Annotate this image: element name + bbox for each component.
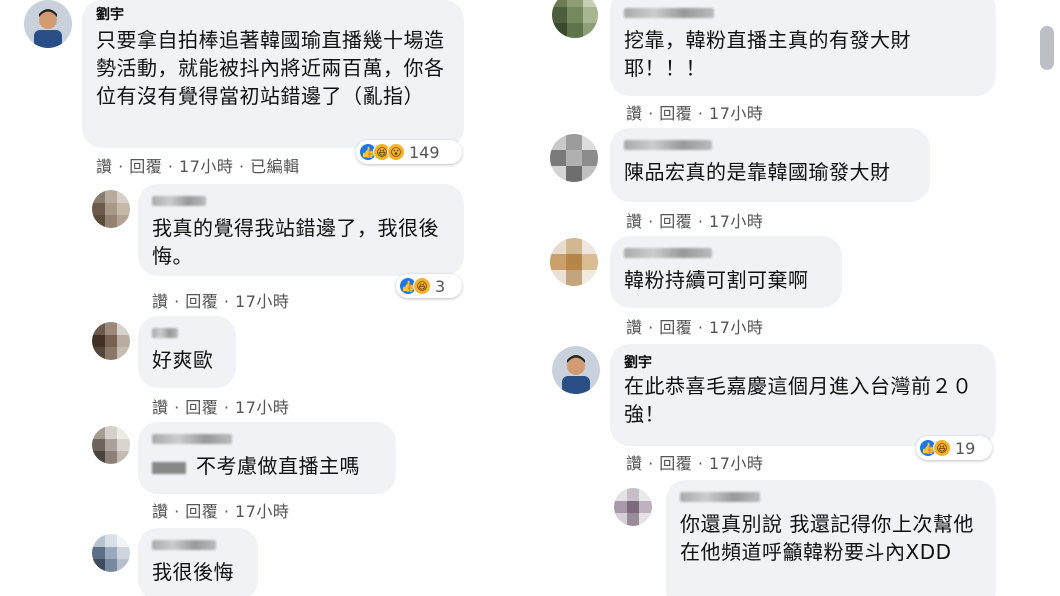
blurred-author-name — [624, 140, 712, 150]
comment-bubble: 你還真別說 我還記得你上次幫他在他頻道呼籲韓粉要斗內XDD — [666, 480, 996, 596]
pixelated-avatar-icon — [550, 134, 598, 182]
reply-comment: 我很後悔 — [0, 528, 530, 596]
blurred-author-name — [624, 8, 714, 18]
reply-comment: 好爽歐 讚 · 回覆 · 17小時 — [0, 316, 530, 420]
comment-author[interactable]: 劉宇 — [96, 6, 450, 24]
blurred-author-name — [152, 196, 206, 206]
comment-text: 在此恭喜毛嘉慶這個月進入台灣前２０強！ — [624, 374, 973, 426]
avatar[interactable] — [24, 0, 72, 48]
comment-text: 不考慮做直播主嗎 — [152, 452, 382, 480]
comment-bubble: 劉宇 只要拿自拍棒追著韓國瑜直播幾十場造勢活動，就能被抖內將近兩百萬，你各位有沒… — [82, 0, 464, 148]
blurred-author-name — [152, 540, 216, 550]
comment-text: 你還真別說 我還記得你上次幫他在他頻道呼籲韓粉要斗內XDD — [680, 512, 974, 564]
comment-text-body: 不考慮做直播主嗎 — [196, 454, 360, 478]
comment-bubble: 不考慮做直播主嗎 — [138, 422, 396, 494]
comment-bubble: 韓粉持續可割可棄啊 — [610, 236, 842, 308]
avatar[interactable] — [552, 0, 598, 38]
blurred-author-name — [680, 492, 760, 502]
comment-bubble: 劉宇 在此恭喜毛嘉慶這個月進入台灣前２０強！ — [610, 344, 996, 446]
comment-actions[interactable]: 讚 · 回覆 · 17小時 — [626, 450, 763, 474]
avatar[interactable] — [614, 488, 652, 526]
haha-reaction-icon: 😆 — [413, 277, 431, 295]
pixelated-avatar-icon — [550, 238, 598, 286]
comment-bubble: 好爽歐 — [138, 316, 236, 388]
avatar[interactable] — [552, 346, 600, 394]
reply-comment: 挖靠，韓粉直播主真的有發大財耶！！！ 讚 · 回覆 · 17小時 — [530, 0, 1060, 126]
avatar-photo-icon — [552, 346, 600, 394]
reaction-count: 19 — [955, 438, 976, 458]
comment-actions[interactable]: 讚 · 回覆 · 17小時 — [152, 394, 289, 418]
left-comment-panel: 劉宇 只要拿自拍棒追著韓國瑜直播幾十場造勢活動，就能被抖內將近兩百萬，你各位有沒… — [0, 0, 530, 596]
reaction-summary[interactable]: 👍 😆 19 — [916, 436, 992, 460]
comment-text: 好爽歐 — [152, 348, 214, 372]
avatar-photo-icon — [24, 0, 72, 48]
avatar[interactable] — [550, 238, 598, 286]
pixelated-avatar-icon — [92, 534, 130, 572]
comment-bubble: 挖靠，韓粉直播主真的有發大財耶！！！ — [610, 0, 996, 96]
pixelated-avatar-icon — [92, 322, 130, 360]
comment-actions[interactable]: 讚 · 回覆 · 17小時 — [152, 288, 289, 312]
reply-comment: 韓粉持續可割可棄啊 讚 · 回覆 · 17小時 — [530, 236, 1060, 340]
comment-text: 只要拿自拍棒追著韓國瑜直播幾十場造勢活動，就能被抖內將近兩百萬，你各位有沒有覺得… — [96, 28, 445, 108]
reaction-count: 149 — [409, 142, 440, 162]
comment-bubble: 我很後悔 — [138, 528, 258, 596]
avatar[interactable] — [92, 322, 130, 360]
reaction-count: 3 — [435, 276, 446, 296]
reply-comment: 你還真別說 我還記得你上次幫他在他頻道呼籲韓粉要斗內XDD — [530, 478, 1060, 596]
comment-bubble: 我真的覺得我站錯邊了，我很後悔。 — [138, 184, 464, 276]
blurred-author-name — [152, 434, 232, 444]
comment-actions[interactable]: 讚 · 回覆 · 17小時 — [626, 314, 763, 338]
comment-text: 韓粉持續可割可棄啊 — [624, 268, 809, 292]
avatar[interactable] — [550, 134, 598, 182]
pixelated-avatar-icon — [614, 488, 652, 526]
comment-actions[interactable]: 讚 · 回覆 · 17小時 — [152, 498, 289, 522]
pixelated-avatar-icon — [92, 190, 130, 228]
comment-actions[interactable]: 讚 · 回覆 · 17小時 — [626, 100, 763, 124]
scrollbar-thumb[interactable] — [1040, 26, 1054, 70]
comment-text: 我很後悔 — [152, 560, 234, 584]
reaction-summary[interactable]: 👍 😆 3 — [396, 274, 462, 298]
right-comment-panel: 挖靠，韓粉直播主真的有發大財耶！！！ 讚 · 回覆 · 17小時 陳品宏真的是靠… — [530, 0, 1060, 596]
comment-text: 挖靠，韓粉直播主真的有發大財耶！！！ — [624, 28, 911, 80]
reaction-summary[interactable]: 👍 😆 😮 149 — [356, 140, 462, 164]
pixelated-avatar-icon — [92, 426, 130, 464]
pixelated-avatar-icon — [552, 0, 598, 38]
comment-bubble: 陳品宏真的是靠韓國瑜發大財 — [610, 128, 930, 202]
comment-text: 我真的覺得我站錯邊了，我很後悔。 — [152, 216, 439, 268]
reply-comment: 不考慮做直播主嗎 讚 · 回覆 · 17小時 — [0, 422, 530, 526]
reply-comment: 我真的覺得我站錯邊了，我很後悔。 👍 😆 3 讚 · 回覆 · 17小時 — [0, 182, 530, 312]
haha-reaction-icon: 😆 — [933, 439, 951, 457]
comment-liu-yu: 劉宇 在此恭喜毛嘉慶這個月進入台灣前２０強！ 👍 😆 19 讚 · 回覆 · 1… — [530, 342, 1060, 476]
avatar[interactable] — [92, 534, 130, 572]
blurred-author-name — [152, 328, 178, 338]
wow-reaction-icon: 😮 — [387, 143, 405, 161]
blurred-mention — [152, 461, 186, 474]
comment-actions[interactable]: 讚 · 回覆 · 17小時 — [626, 208, 763, 232]
avatar[interactable] — [92, 426, 130, 464]
reply-comment: 陳品宏真的是靠韓國瑜發大財 讚 · 回覆 · 17小時 — [530, 128, 1060, 232]
comment-text: 陳品宏真的是靠韓國瑜發大財 — [624, 160, 891, 184]
comment-liu-yu: 劉宇 只要拿自拍棒追著韓國瑜直播幾十場造勢活動，就能被抖內將近兩百萬，你各位有沒… — [0, 0, 530, 180]
blurred-author-name — [624, 248, 712, 258]
comment-actions[interactable]: 讚 · 回覆 · 17小時 · 已編輯 — [96, 153, 300, 177]
avatar[interactable] — [92, 190, 130, 228]
comment-author[interactable]: 劉宇 — [624, 354, 982, 372]
